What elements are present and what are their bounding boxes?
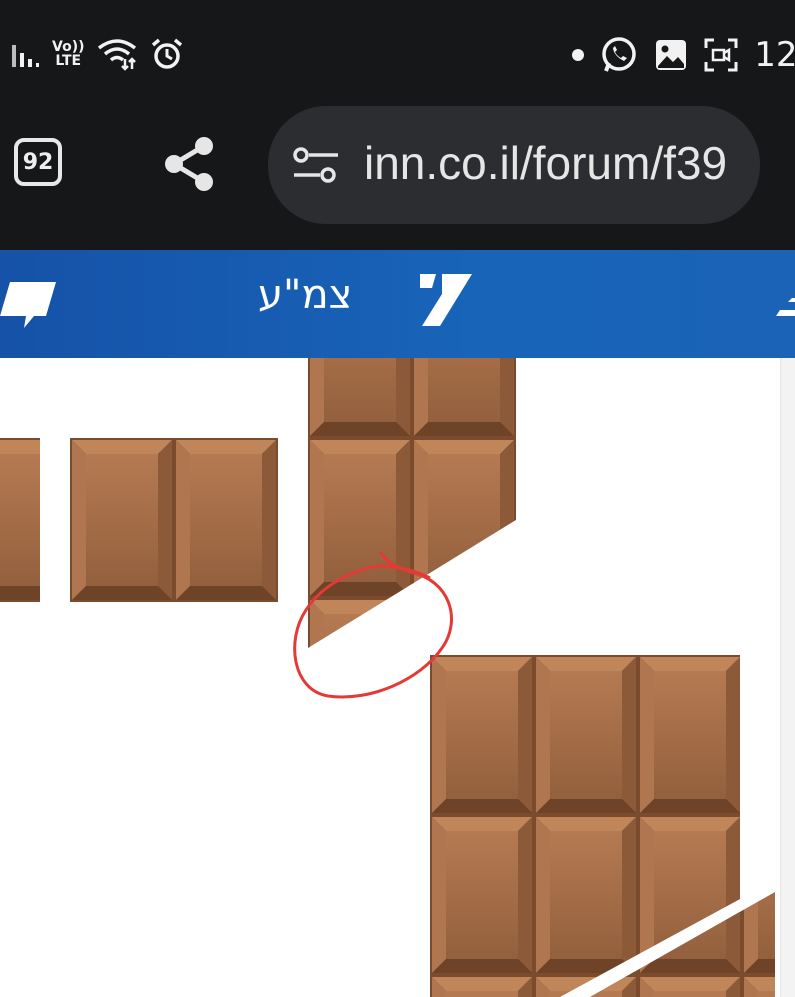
signal-icon xyxy=(10,39,40,69)
url-text[interactable]: inn.co.il/forum/f39 xyxy=(364,136,727,190)
site-title[interactable]: צמ"ע xyxy=(258,272,352,318)
menu-icon[interactable] xyxy=(772,294,795,328)
gallery-icon xyxy=(654,38,688,72)
volte-top-label: Vo)) xyxy=(52,39,85,55)
wifi-icon xyxy=(96,37,138,71)
address-bar[interactable]: inn.co.il/forum/f39 xyxy=(268,106,760,224)
chocolate-image xyxy=(0,358,775,997)
site-settings-icon[interactable] xyxy=(292,146,340,186)
volte-icon: Vo)) LTE xyxy=(52,40,84,68)
chocolate-pieces-row xyxy=(70,438,278,602)
screen-record-icon xyxy=(704,38,738,72)
logo-icon[interactable] xyxy=(418,272,474,328)
volte-bottom-label: LTE xyxy=(55,53,82,69)
share-button[interactable] xyxy=(158,132,222,196)
clock: 12: xyxy=(754,35,795,75)
notification-dot-icon xyxy=(572,49,585,61)
status-bar: Vo)) LTE 12 xyxy=(0,0,795,108)
alarm-icon xyxy=(150,37,184,71)
chocolate-piece-left-edge xyxy=(0,438,40,602)
site-header xyxy=(0,250,795,358)
chat-icon[interactable] xyxy=(0,276,60,332)
tab-switcher-button[interactable]: 92 xyxy=(14,138,62,186)
share-icon xyxy=(158,132,222,196)
page-scrollbar[interactable] xyxy=(780,358,795,997)
status-right: 12: xyxy=(572,28,795,82)
content-area xyxy=(0,358,795,997)
whatsapp-icon xyxy=(600,36,638,74)
status-left: Vo)) LTE xyxy=(10,32,184,76)
chocolate-top-column xyxy=(308,358,516,648)
